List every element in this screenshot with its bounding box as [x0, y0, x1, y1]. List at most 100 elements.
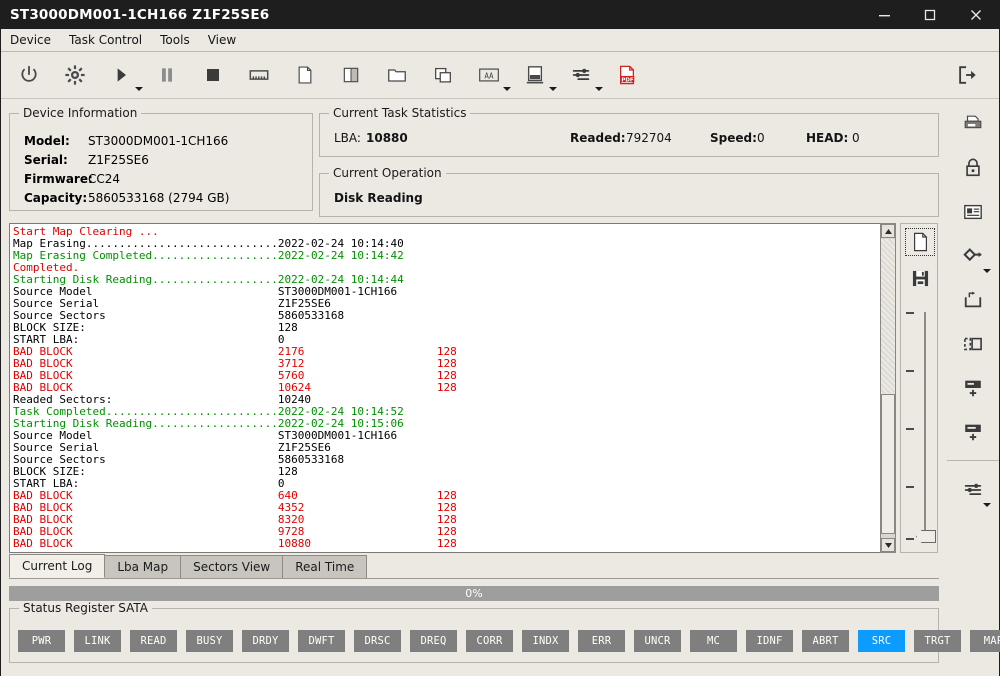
print-button[interactable]	[953, 105, 993, 143]
stop-button[interactable]	[195, 55, 231, 95]
lba-value: 10880	[366, 131, 408, 145]
chevron-down-icon[interactable]	[595, 87, 603, 91]
tab-current-log[interactable]: Current Log	[9, 554, 106, 578]
view-tabs: Current Log Lba Map Sectors View Real Time	[9, 554, 939, 579]
log-text: Start Map Clearing ... Map Erasing.......…	[13, 226, 457, 550]
svg-text:PDF: PDF	[621, 77, 633, 83]
new-file-button[interactable]	[287, 55, 323, 95]
file-icon	[298, 66, 312, 84]
log-line: Map Erasing Completed...................…	[13, 249, 404, 262]
menu-item-device[interactable]: Device	[1, 31, 60, 49]
current-operation-group: Current Operation Disk Reading	[319, 166, 939, 217]
lock-button[interactable]	[953, 149, 993, 187]
split-view-button[interactable]	[333, 55, 369, 95]
add-partition-button[interactable]	[953, 369, 993, 407]
task-statistics-legend: Current Task Statistics	[329, 106, 471, 120]
device-information-legend: Device Information	[19, 106, 142, 120]
play-icon	[117, 68, 126, 82]
status-flag-read[interactable]: READ	[130, 630, 177, 652]
status-register-legend: Status Register SATA	[19, 601, 152, 615]
log-zoom-slider[interactable]	[901, 308, 939, 550]
options-button[interactable]	[563, 55, 603, 95]
dashed-box-button[interactable]	[953, 325, 993, 363]
status-flag-corr[interactable]: CORR	[466, 630, 513, 652]
rail-divider	[946, 460, 999, 461]
capacity-label: Capacity:	[24, 191, 88, 205]
status-flag-drdy[interactable]: DRDY	[242, 630, 289, 652]
scroll-up-button[interactable]	[881, 224, 895, 238]
current-operation-legend: Current Operation	[329, 166, 446, 180]
start-button[interactable]	[103, 55, 143, 95]
chevron-down-icon[interactable]	[982, 503, 991, 507]
maximize-button[interactable]	[907, 1, 953, 29]
model-value: ST3000DM001-1CH166	[88, 134, 229, 148]
menu-item-view[interactable]: View	[199, 31, 245, 49]
new-log-button[interactable]	[905, 228, 935, 256]
menu-item-tools[interactable]: Tools	[151, 31, 199, 49]
status-flag-dwft[interactable]: DWFT	[298, 630, 345, 652]
rail-settings-button[interactable]	[953, 471, 993, 509]
current-operation-value: Disk Reading	[334, 191, 423, 205]
memory-button[interactable]	[241, 55, 277, 95]
status-flag-drsc[interactable]: DRSC	[354, 630, 401, 652]
key-button[interactable]	[953, 237, 993, 275]
slider-tick	[906, 370, 914, 372]
status-flag-err[interactable]: ERR	[578, 630, 625, 652]
minimize-button[interactable]	[861, 1, 907, 29]
status-flag-map[interactable]: MAP	[970, 630, 1000, 652]
menu-item-task-control[interactable]: Task Control	[60, 31, 151, 49]
slider-handle[interactable]	[916, 530, 936, 543]
status-flag-mc[interactable]: MC	[690, 630, 737, 652]
sliders-icon	[572, 68, 590, 81]
main-content: Device Information Model: ST3000DM001-1C…	[1, 99, 1000, 676]
log-scrollbar[interactable]	[880, 223, 896, 553]
open-folder-button[interactable]	[379, 55, 415, 95]
status-flag-link[interactable]: LINK	[74, 630, 121, 652]
id-card-button[interactable]	[953, 193, 993, 231]
close-button[interactable]	[953, 1, 999, 29]
status-flag-indx[interactable]: INDX	[522, 630, 569, 652]
scroll-up-icon	[884, 228, 892, 234]
log-panel[interactable]: Start Map Clearing ... Map Erasing.......…	[9, 223, 886, 553]
save-log-button[interactable]	[905, 264, 935, 292]
chevron-down-icon[interactable]	[982, 269, 991, 273]
status-flag-busy[interactable]: BUSY	[186, 630, 233, 652]
new-log-icon	[913, 232, 927, 252]
status-flag-pwr[interactable]: PWR	[18, 630, 65, 652]
scrollbar-track-upper[interactable]	[881, 239, 895, 394]
progress-bar: 0%	[9, 586, 939, 601]
save-log-icon	[912, 270, 928, 286]
open-box-button[interactable]	[953, 281, 993, 319]
pause-button[interactable]	[149, 55, 185, 95]
tab-real-time[interactable]: Real Time	[282, 555, 368, 578]
power-button[interactable]	[11, 55, 47, 95]
tab-lba-map[interactable]: Lba Map	[104, 555, 182, 578]
chevron-down-icon[interactable]	[135, 87, 143, 91]
add-bar-button[interactable]	[953, 413, 993, 451]
head-label: HEAD:	[806, 131, 849, 145]
drive-button[interactable]	[517, 55, 557, 95]
status-flag-abrt[interactable]: ABRT	[802, 630, 849, 652]
chevron-down-icon[interactable]	[549, 87, 557, 91]
status-flag-trgt[interactable]: TRGT	[914, 630, 961, 652]
tab-sectors-view[interactable]: Sectors View	[180, 555, 284, 578]
window-title: ST3000DM001-1CH166 Z1F25SE6	[10, 7, 270, 23]
key-icon	[962, 248, 982, 262]
speed-label: Speed:	[710, 131, 757, 145]
status-flag-idnf[interactable]: IDNF	[746, 630, 793, 652]
status-flag-dreq[interactable]: DREQ	[410, 630, 457, 652]
exit-button[interactable]	[949, 55, 985, 95]
status-flag-uncr[interactable]: UNCR	[634, 630, 681, 652]
copy-button[interactable]	[425, 55, 461, 95]
status-flag-src[interactable]: SRC	[858, 630, 905, 652]
minimize-icon	[879, 15, 890, 17]
scrollbar-thumb[interactable]	[881, 394, 895, 534]
folder-icon	[388, 69, 406, 82]
chevron-down-icon[interactable]	[503, 87, 511, 91]
ascii-view-button[interactable]: AA	[471, 55, 511, 95]
settings-button[interactable]	[57, 55, 93, 95]
serial-value: Z1F25SE6	[88, 153, 149, 167]
export-pdf-button[interactable]: PDF	[609, 55, 645, 95]
scroll-down-button[interactable]	[881, 538, 895, 552]
readed-value: 792704	[626, 131, 672, 145]
